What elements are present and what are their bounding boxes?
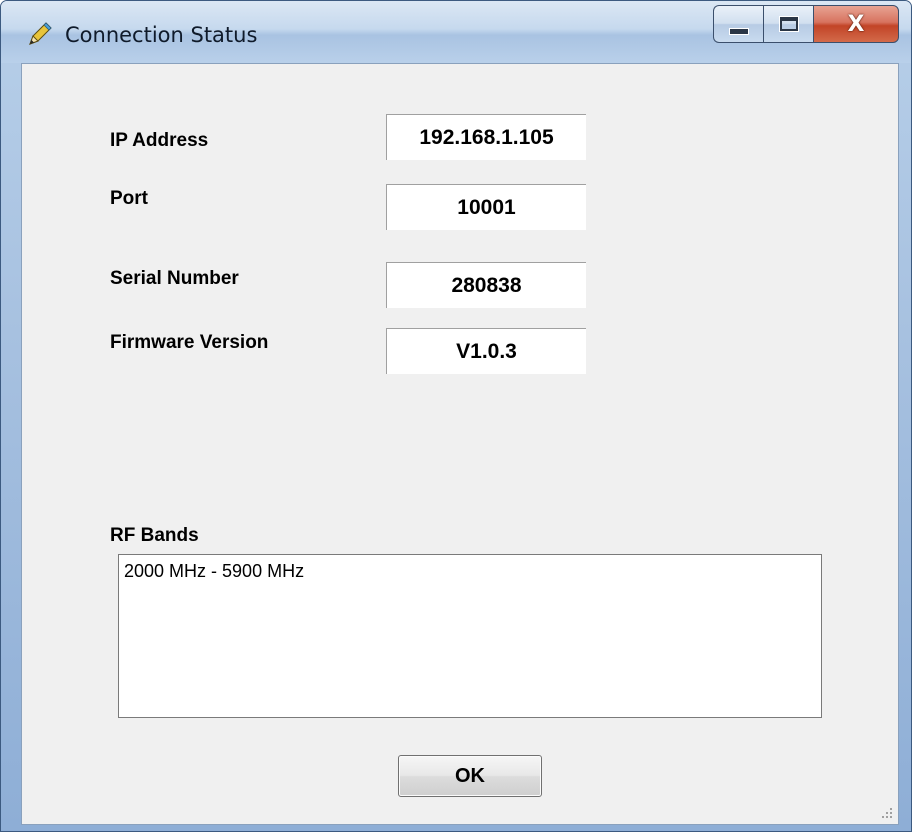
caption-buttons: X — [713, 5, 899, 43]
minimize-icon — [728, 27, 749, 35]
firmware-version-field[interactable]: V1.0.3 — [386, 328, 586, 374]
port-field[interactable]: 10001 — [386, 184, 586, 230]
firmware-version-label: Firmware Version — [110, 332, 269, 353]
serial-number-field[interactable]: 280838 — [386, 262, 586, 308]
ok-button[interactable]: OK — [398, 755, 542, 797]
pencil-icon — [29, 22, 52, 45]
title-bar[interactable]: Connection Status X — [1, 1, 911, 63]
close-icon: X — [847, 11, 865, 37]
window-title: Connection Status — [65, 23, 258, 47]
serial-number-label: Serial Number — [110, 268, 239, 289]
close-button[interactable]: X — [813, 5, 899, 43]
maximize-button[interactable] — [763, 5, 813, 43]
ip-address-field[interactable]: 192.168.1.105 — [386, 114, 586, 160]
rf-bands-list[interactable]: 2000 MHz - 5900 MHz — [118, 554, 822, 718]
port-label: Port — [110, 188, 148, 209]
rf-bands-label: RF Bands — [110, 525, 199, 546]
rf-band-item[interactable]: 2000 MHz - 5900 MHz — [124, 561, 816, 582]
dialog-client-area: IP Address 192.168.1.105 Port 10001 Seri… — [21, 63, 899, 825]
resize-grip-icon[interactable] — [880, 806, 894, 820]
ip-address-label: IP Address — [110, 130, 209, 151]
connection-status-window: Connection Status X IP Address 192.168.1… — [0, 0, 912, 832]
minimize-button[interactable] — [713, 5, 763, 43]
maximize-icon — [778, 16, 799, 32]
